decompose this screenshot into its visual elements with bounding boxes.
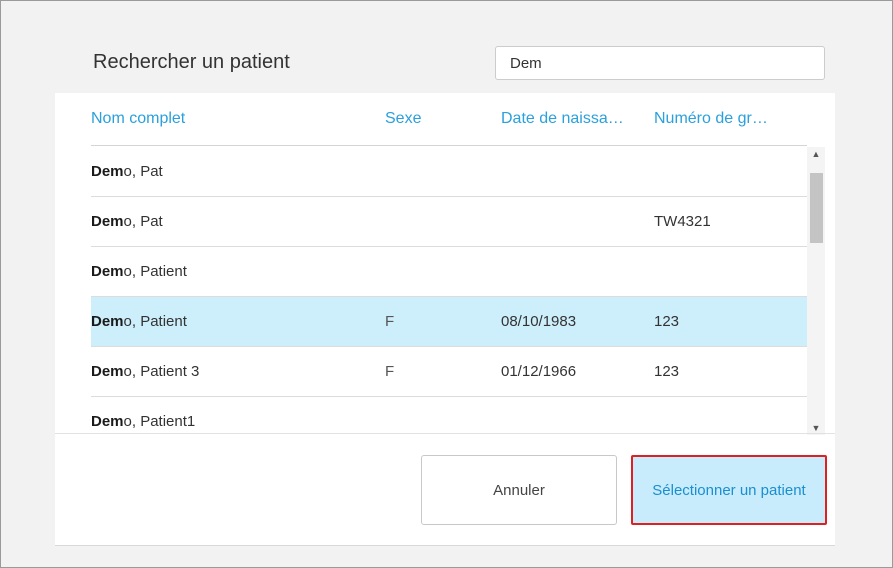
- header-divider: [91, 145, 807, 146]
- patient-sex: F: [385, 363, 395, 380]
- window-frame: Rechercher un patient Nom complet Sexe D…: [0, 0, 893, 568]
- name-match-highlight: Dem: [91, 163, 124, 180]
- table-row[interactable]: Demo, Patient 3 F 01/12/1966 123: [91, 347, 807, 397]
- footer-divider: [55, 433, 835, 434]
- name-rest: o, Pat: [123, 163, 163, 180]
- table-row[interactable]: Demo, Pat TW4321: [91, 197, 807, 247]
- dialog-title: Rechercher un patient: [93, 51, 290, 73]
- patient-name: Demo, Patient 3: [91, 347, 199, 397]
- table-row[interactable]: Demo, Patient: [91, 247, 807, 297]
- name-rest: o, Patient: [123, 263, 187, 280]
- column-headers: Nom complet Sexe Date de naissa… Numéro …: [91, 93, 811, 147]
- patient-name: Demo, Pat: [91, 197, 163, 247]
- scroll-thumb[interactable]: [810, 173, 823, 243]
- column-header-group-number[interactable]: Numéro de gr…: [654, 110, 768, 128]
- name-match-highlight: Dem: [91, 213, 124, 230]
- name-match-highlight: Dem: [91, 413, 124, 430]
- patient-list: Demo, Pat Demo, Pat TW4321 Demo, Patient Dem…: [91, 147, 827, 433]
- patient-birth-date: 08/10/1983: [501, 313, 577, 330]
- patient-birth-date: 01/12/1966: [501, 363, 577, 380]
- table-row[interactable]: Demo, Patient F 08/10/1983 123: [91, 297, 807, 347]
- patient-name: Demo, Patient1: [91, 397, 195, 433]
- name-rest: o, Pat: [123, 213, 163, 230]
- scroll-up-icon[interactable]: ▲: [807, 147, 825, 161]
- column-header-birth-date[interactable]: Date de naissa…: [501, 110, 624, 128]
- patient-group-number: TW4321: [654, 213, 711, 230]
- dialog-header: Rechercher un patient: [55, 23, 835, 93]
- table-row[interactable]: Demo, Patient1: [91, 397, 807, 433]
- patient-search-dialog: Rechercher un patient Nom complet Sexe D…: [55, 23, 835, 546]
- select-patient-button[interactable]: Sélectionner un patient: [631, 455, 827, 525]
- cancel-button[interactable]: Annuler: [421, 455, 617, 525]
- column-header-full-name[interactable]: Nom complet: [91, 110, 185, 128]
- patient-sex: F: [385, 313, 395, 330]
- name-rest: o, Patient: [123, 313, 187, 330]
- patient-group-number: 123: [654, 363, 680, 380]
- name-match-highlight: Dem: [91, 313, 124, 330]
- search-input[interactable]: [495, 46, 825, 80]
- name-match-highlight: Dem: [91, 363, 124, 380]
- name-match-highlight: Dem: [91, 263, 124, 280]
- patient-name: Demo, Patient: [91, 247, 187, 297]
- patient-name: Demo, Pat: [91, 147, 163, 197]
- patient-name: Demo, Patient: [91, 297, 187, 347]
- name-rest: o, Patient 3: [123, 363, 200, 380]
- table-row[interactable]: Demo, Pat: [91, 147, 807, 197]
- vertical-scrollbar[interactable]: ▲ ▼: [807, 147, 825, 435]
- name-rest: o, Patient1: [123, 413, 196, 430]
- patient-group-number: 123: [654, 313, 680, 330]
- column-header-sex[interactable]: Sexe: [385, 110, 421, 128]
